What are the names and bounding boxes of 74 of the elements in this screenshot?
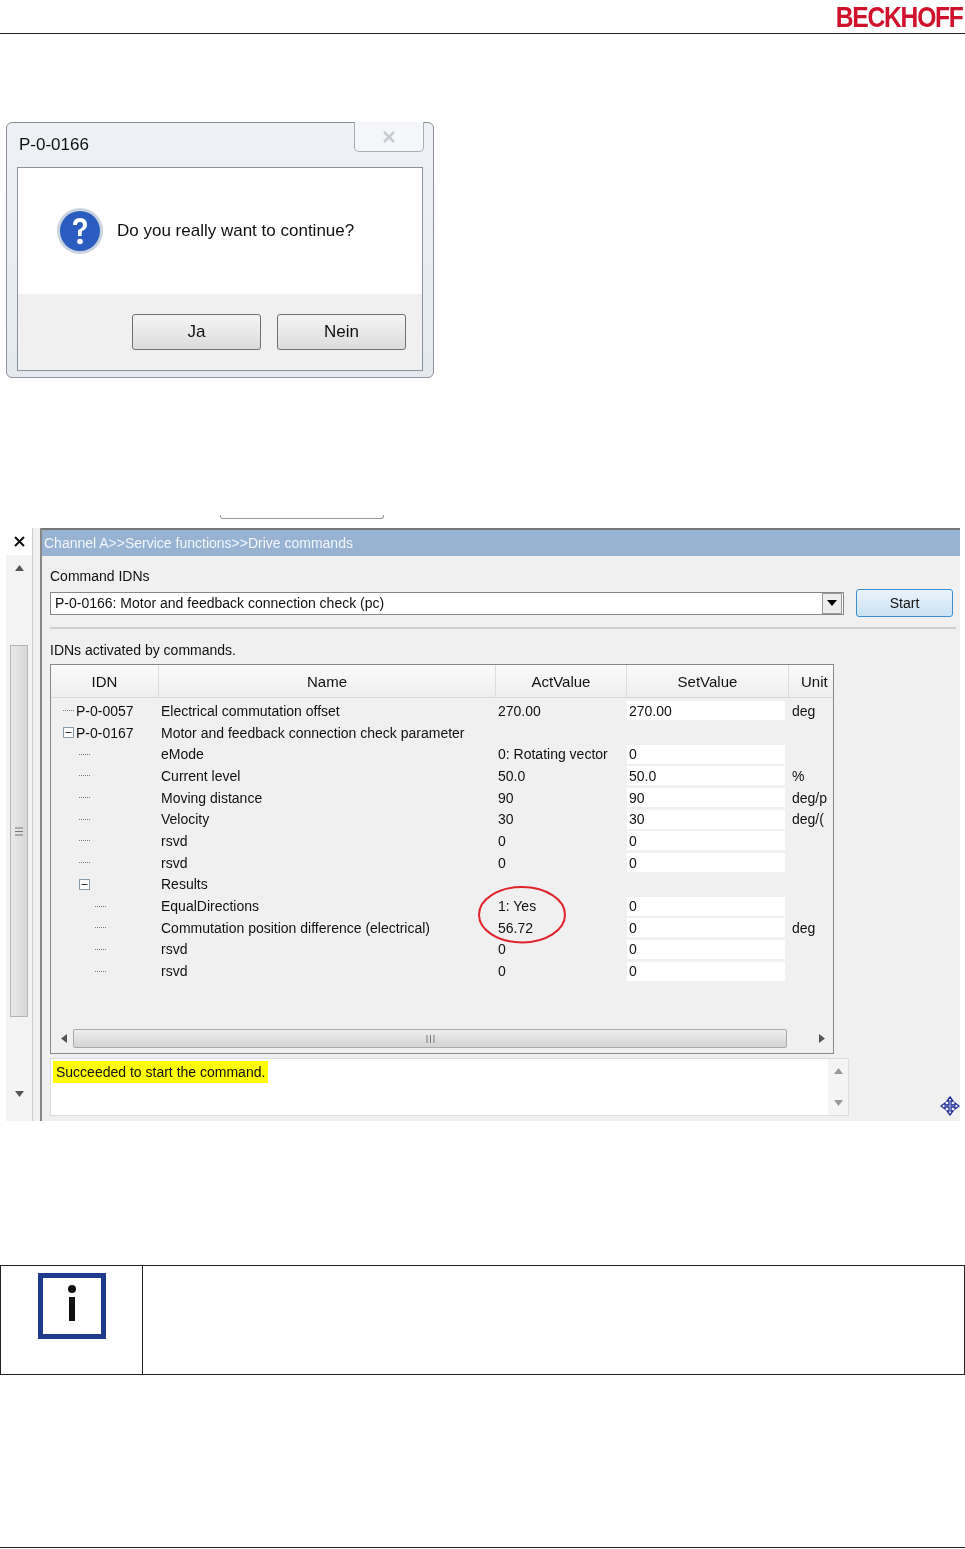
collapse-icon[interactable] (63, 727, 74, 739)
table-cell: Electrical commutation offset (161, 702, 340, 719)
table-cell: rsvd (161, 854, 188, 871)
field-label: Command IDNs (50, 568, 151, 584)
move-cursor-icon (940, 1096, 960, 1116)
column-header[interactable]: SetValue (627, 665, 789, 697)
value-field[interactable]: 0 (627, 896, 785, 916)
column-header[interactable]: ActValue (496, 665, 627, 697)
table-cell: rsvd (161, 941, 188, 958)
column-header[interactable]: Name (159, 665, 496, 697)
status-message: Succeeded to start the command. (53, 1061, 269, 1083)
question-icon (55, 206, 105, 256)
grip-icon (15, 826, 23, 836)
table-cell: 90 (498, 789, 514, 806)
table-cell: eMode (161, 746, 204, 763)
table-cell: 30 (498, 811, 514, 828)
table-cell: deg/p (792, 789, 828, 806)
table-cell: % (792, 767, 805, 784)
column-header[interactable]: IDN (51, 665, 159, 697)
table-cell: deg/( (792, 811, 824, 828)
table-cell: 0: Rotating vector (498, 746, 608, 763)
scroll-right-icon (819, 1034, 825, 1043)
value-field[interactable]: 0 (627, 831, 785, 851)
scroll-up-icon (14, 565, 24, 571)
close-icon (381, 130, 397, 143)
table-cell: rsvd (161, 963, 188, 980)
dropdown-arrow-icon (827, 600, 837, 606)
table-cell: Commutation position difference (electrical) (161, 919, 430, 936)
info-icon (37, 1273, 106, 1339)
close-icon (13, 536, 25, 547)
grip-icon (425, 1034, 435, 1043)
value-field[interactable]: 0 (627, 939, 785, 959)
value-field[interactable]: 30 (627, 809, 785, 829)
scroll-down-icon (14, 1091, 24, 1097)
table-cell: Motor and feedback connection check parameter (161, 724, 465, 741)
logo: BECKHOFF (836, 1, 963, 32)
table-cell: rsvd (161, 832, 188, 849)
value-field[interactable]: 0 (627, 744, 785, 764)
table-cell: P-0-0167 (76, 724, 134, 741)
table-cell: P-0-0057 (76, 702, 134, 719)
table-cell: Results (161, 876, 208, 893)
table-cell: 0 (498, 832, 506, 849)
table-cell: 0 (498, 941, 506, 958)
value-field[interactable]: 0 (627, 853, 785, 873)
table-cell: deg (792, 919, 816, 936)
table-cell: 0 (498, 854, 506, 871)
scroll-down-icon (833, 1100, 843, 1106)
scroll-left-icon (61, 1034, 67, 1043)
value-field[interactable]: 50.0 (627, 766, 785, 786)
table-cell: deg (792, 702, 816, 719)
dialog-message: Do you really want to continue? (117, 221, 355, 241)
collapse-icon[interactable] (79, 878, 90, 890)
table-cell: Moving distance (161, 789, 263, 806)
start-button[interactable]: Start (856, 589, 953, 617)
value-field[interactable]: 0 (627, 961, 785, 981)
table-cell: 1: Yes (498, 898, 537, 915)
value-field[interactable]: 270.00 (627, 701, 785, 721)
column-header[interactable]: Unit (789, 665, 833, 697)
table-cell: 0 (498, 963, 506, 980)
table-cell: Current level (161, 767, 241, 784)
table-cell: EqualDirections (161, 898, 260, 915)
section-label: IDNs activated by commands. (50, 642, 237, 658)
dialog-button[interactable]: Ja (132, 314, 261, 350)
table-cell: 270.00 (498, 702, 541, 719)
window-title: P-0-0166 (18, 134, 89, 155)
dialog-button[interactable]: Nein (277, 314, 406, 350)
breadcrumb-title: Channel A>>Service functions>>Drive commands (44, 535, 353, 551)
table-cell: Velocity (161, 811, 210, 828)
scroll-up-icon (833, 1068, 843, 1074)
command-dropdown[interactable]: P-0-0166: Motor and feedback connection check (pc) (50, 591, 844, 615)
table-cell: 56.72 (498, 919, 534, 936)
value-field[interactable]: 0 (627, 918, 785, 938)
table-cell: 50.0 (498, 767, 526, 784)
value-field[interactable]: 90 (627, 788, 785, 808)
